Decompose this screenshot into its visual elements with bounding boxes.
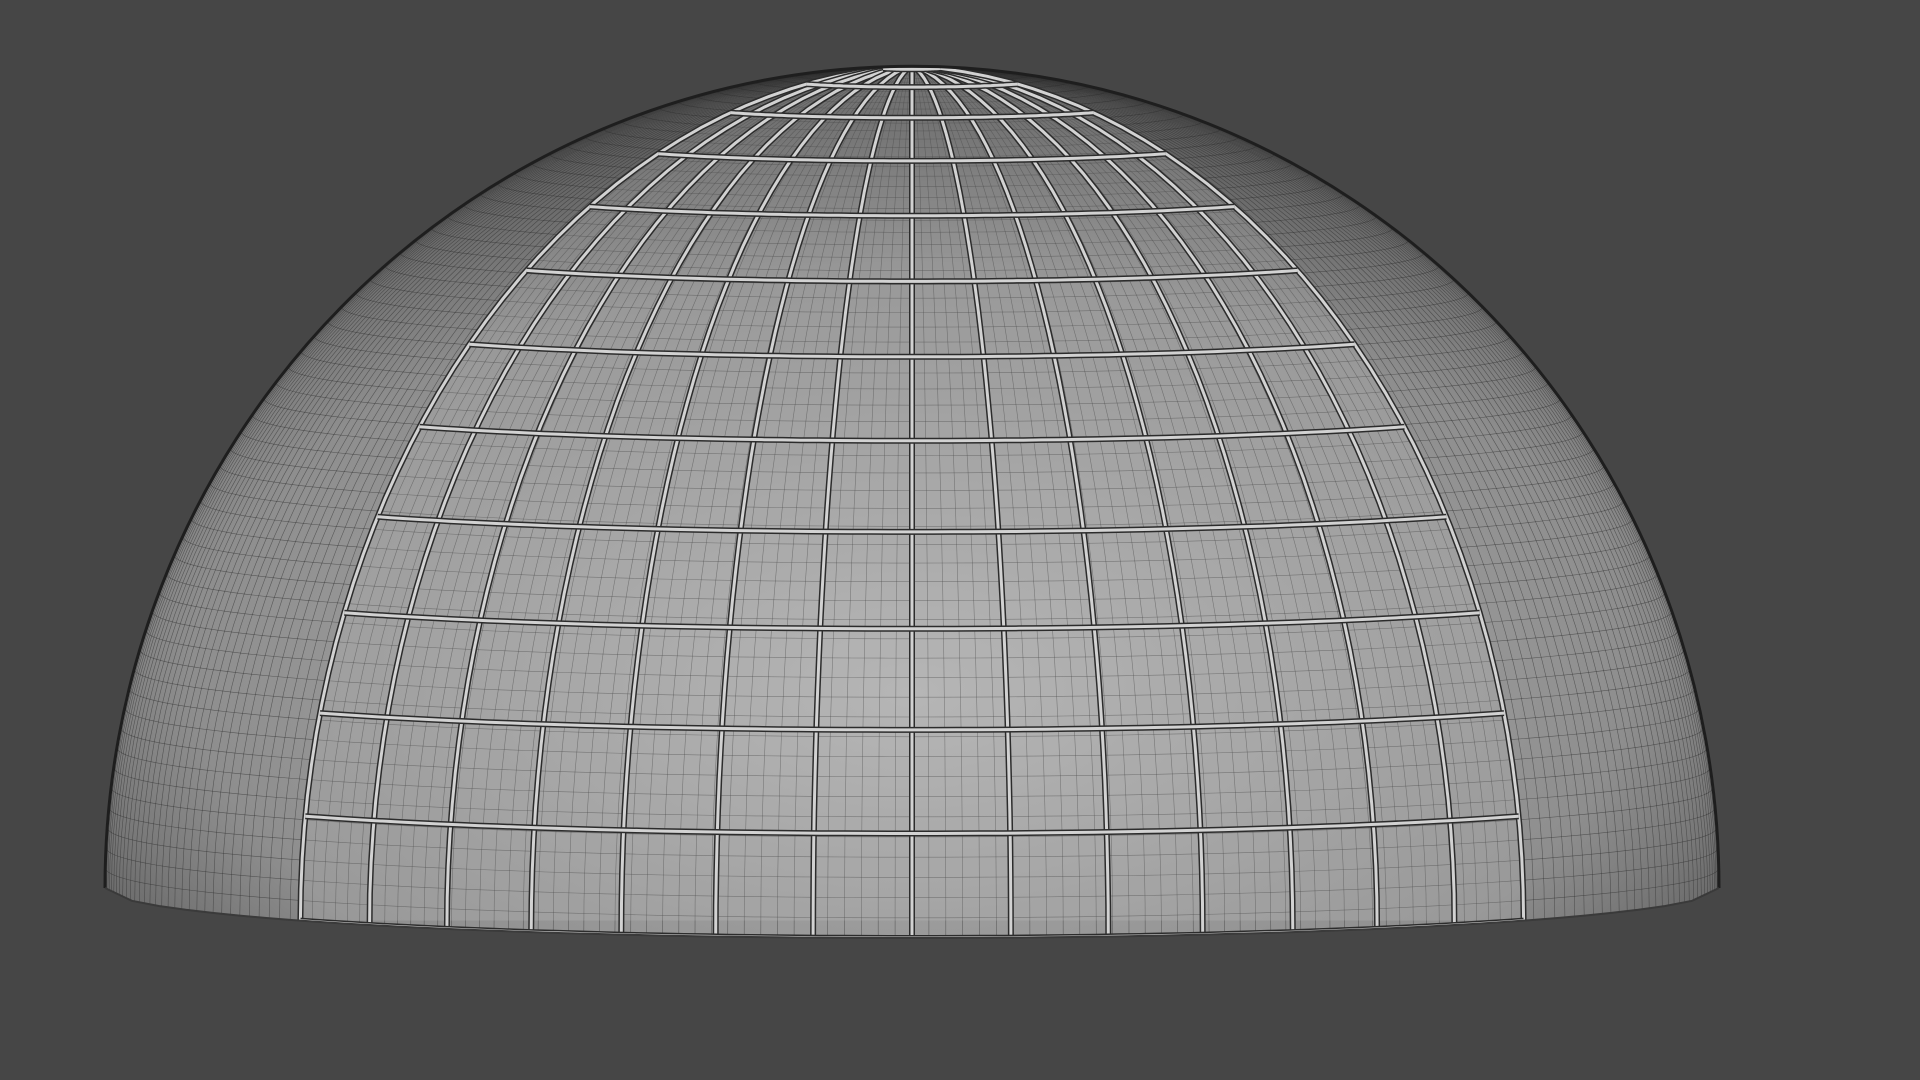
dome-render [103,64,1721,939]
panel-frame [882,66,942,71]
3d-viewport[interactable] [0,0,1920,1080]
